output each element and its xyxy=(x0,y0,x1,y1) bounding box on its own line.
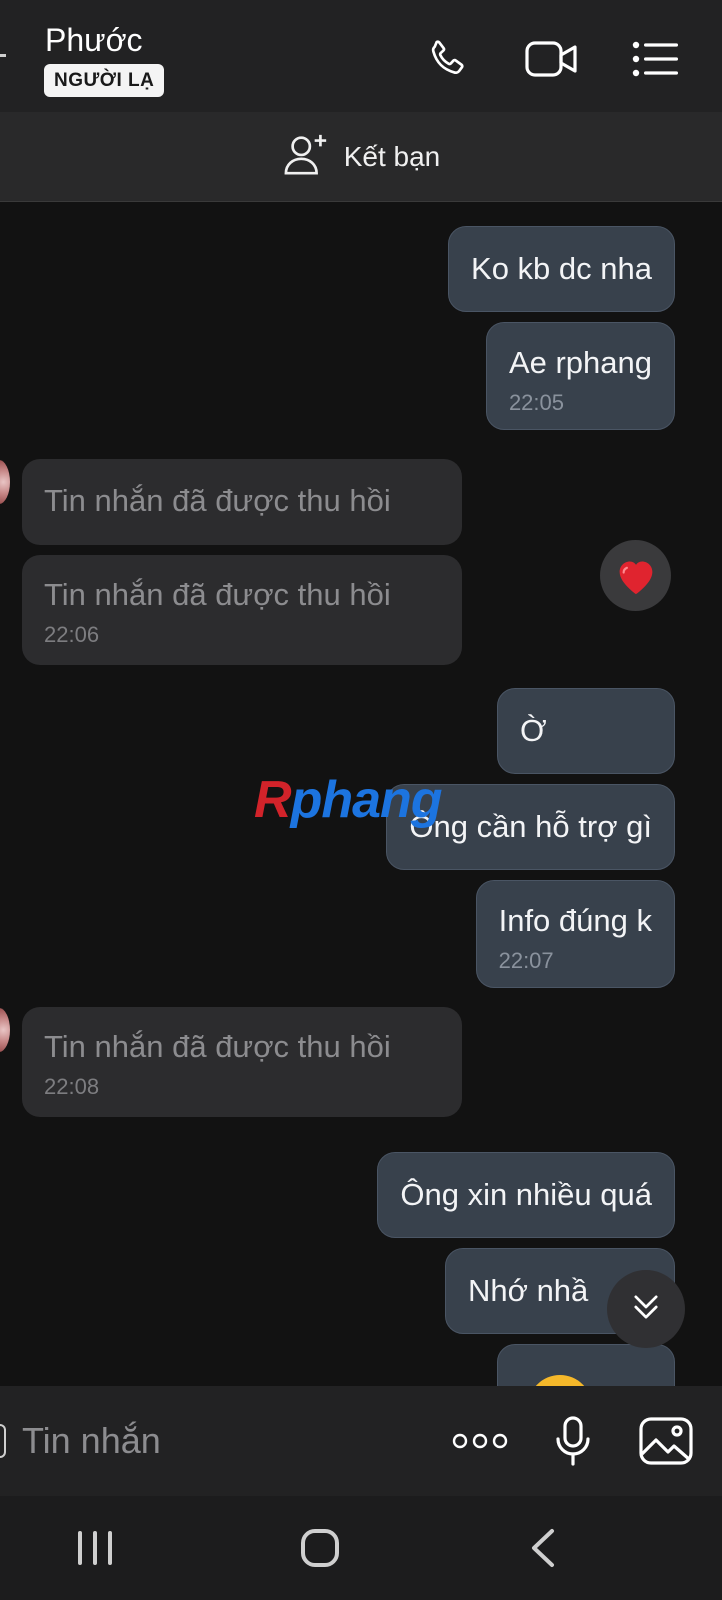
scroll-to-bottom-button[interactable] xyxy=(607,1270,685,1348)
message-bubble-incoming-recalled[interactable]: Tin nhắn đã được thu hồi xyxy=(22,459,462,545)
microphone-icon[interactable] xyxy=(540,1408,606,1474)
message-bubble-outgoing[interactable]: Ae rphang 22:05 xyxy=(485,322,675,430)
message-text: Tin nhắn đã được thu hồi xyxy=(44,577,391,612)
heart-reaction-icon[interactable] xyxy=(600,540,671,611)
menu-list-icon[interactable] xyxy=(626,32,686,86)
message-bubble-incoming-recalled[interactable]: Tin nhắn đã được thu hồi 22:08 xyxy=(22,1007,462,1117)
video-call-icon[interactable] xyxy=(522,32,582,86)
message-time: 22:05 xyxy=(508,390,564,415)
system-navigation-bar xyxy=(0,1496,722,1600)
message-text: Info đúng k xyxy=(498,903,652,938)
image-gallery-icon[interactable] xyxy=(633,1408,699,1474)
phone-icon[interactable] xyxy=(417,32,477,86)
message-text: Ông xin nhiều quá xyxy=(400,1177,652,1212)
contact-name[interactable]: Phước xyxy=(45,22,143,59)
message-bubble-outgoing[interactable]: Ko kb dc nha xyxy=(448,226,675,312)
message-text: Tin nhắn đã được thu hồi xyxy=(44,1029,391,1064)
chat-header: Phước NGƯỜI LẠ xyxy=(0,0,722,112)
message-text: Ờ xyxy=(520,713,547,748)
message-bubble-incoming-recalled[interactable]: Tin nhắn đã được thu hồi 22:06 xyxy=(22,555,462,665)
message-composer xyxy=(0,1386,722,1496)
message-text: Nhớ nhầ xyxy=(468,1273,589,1308)
emoji-button-icon[interactable] xyxy=(0,1424,6,1458)
add-friend-label: Kết bạn xyxy=(343,140,441,172)
back-icon[interactable] xyxy=(508,1518,578,1578)
add-friend-bar[interactable]: Kết bạn xyxy=(0,112,722,202)
message-time: 22:06 xyxy=(44,622,100,647)
message-text: Ae rphang xyxy=(508,345,652,380)
back-arrow-icon[interactable] xyxy=(0,54,6,57)
message-time: 22:08 xyxy=(44,1074,100,1099)
stranger-badge: NGƯỜI LẠ xyxy=(44,64,165,97)
message-input[interactable] xyxy=(22,1414,422,1468)
recent-apps-icon[interactable] xyxy=(60,1518,130,1578)
message-bubble-outgoing[interactable]: Ông cần hỗ trợ gì xyxy=(386,784,675,870)
emoji-sticker xyxy=(528,1375,592,1386)
contact-avatar[interactable] xyxy=(0,1008,10,1052)
message-text: Ông cần hỗ trợ gì xyxy=(409,809,652,844)
message-text: Ko kb dc nha xyxy=(471,251,652,286)
message-bubble-outgoing[interactable]: Info đúng k 22:07 xyxy=(475,880,675,988)
double-chevron-down-icon xyxy=(629,1290,663,1329)
message-text: Tin nhắn đã được thu hồi xyxy=(44,483,391,518)
message-bubble-outgoing[interactable]: Ông xin nhiều quá xyxy=(377,1152,675,1238)
message-bubble-outgoing[interactable] xyxy=(497,1344,675,1386)
more-options-icon[interactable] xyxy=(447,1408,513,1474)
message-list[interactable]: Ko kb dc nha Ae rphang 22:05 Tin nhắn đã… xyxy=(0,202,722,1386)
add-person-icon xyxy=(282,131,332,182)
message-bubble-outgoing[interactable]: Ờ xyxy=(497,688,675,774)
home-icon[interactable] xyxy=(285,1518,355,1578)
message-time: 22:07 xyxy=(498,948,554,973)
contact-avatar[interactable] xyxy=(0,460,10,504)
